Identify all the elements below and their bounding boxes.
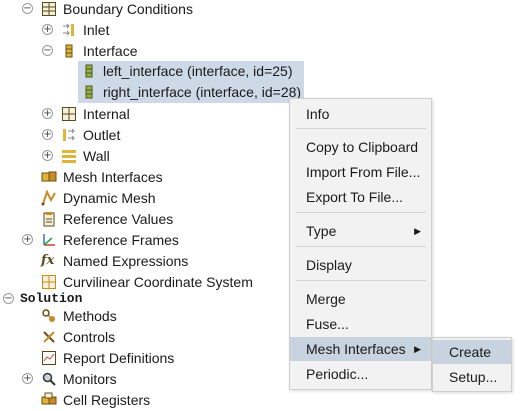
tree-item-report-definitions[interactable]: Report Definitions — [63, 348, 174, 369]
submenu-arrow-icon: ▶ — [414, 344, 421, 354]
tree-item-curvilinear[interactable]: Curvilinear Coordinate System — [63, 272, 253, 293]
menu-item-info[interactable]: Info — [290, 102, 431, 126]
reference-frames-axes-icon — [43, 234, 55, 246]
tree-item-boundary-conditions[interactable]: Boundary Conditions — [63, 0, 193, 20]
expand-monitors-icon[interactable]: + — [22, 373, 33, 384]
collapse-solution-icon[interactable]: − — [3, 293, 14, 304]
methods-icon — [42, 309, 55, 322]
submenu-arrow-icon: ▶ — [414, 226, 421, 236]
menu-item-mesh-interfaces-label: Mesh Interfaces — [306, 341, 406, 357]
tree-item-monitors[interactable]: Monitors — [63, 369, 117, 390]
expand-wall-icon[interactable]: + — [42, 150, 53, 161]
menu-item-display[interactable]: Display — [290, 253, 431, 277]
expand-reference-frames-icon[interactable]: + — [22, 234, 33, 245]
menu-separator — [296, 212, 426, 213]
menu-item-export-to-file[interactable]: Export To File... — [290, 185, 431, 209]
reference-values-icon — [43, 212, 55, 227]
menu-item-copy-to-clipboard[interactable]: Copy to Clipboard — [290, 135, 431, 159]
menu-separator — [296, 128, 426, 129]
tree-item-reference-values[interactable]: Reference Values — [63, 209, 173, 230]
interface-zone-icon — [85, 85, 93, 99]
interface-zone-icon — [85, 64, 93, 78]
tree-item-reference-frames[interactable]: Reference Frames — [63, 230, 179, 251]
tree-item-inlet[interactable]: Inlet — [83, 20, 109, 41]
submenu-item-setup[interactable]: Setup... — [433, 365, 511, 389]
menu-separator — [296, 280, 426, 281]
tree-item-dynamic-mesh[interactable]: Dynamic Mesh — [63, 188, 156, 209]
expand-internal-icon[interactable]: + — [42, 108, 53, 119]
controls-tools-icon — [43, 331, 55, 343]
menu-item-mesh-interfaces[interactable]: Mesh Interfaces ▶ — [290, 337, 431, 361]
tree-item-interface[interactable]: Interface — [83, 41, 137, 62]
tree-item-cell-registers[interactable]: Cell Registers — [63, 390, 150, 411]
mesh-interfaces-icon — [41, 171, 57, 182]
cell-registers-icon — [41, 392, 57, 405]
outlet-arrows-icon — [63, 128, 75, 141]
mesh-interfaces-submenu: Create Setup... — [432, 337, 512, 392]
context-menu: Info Copy to Clipboard Import From File.… — [289, 98, 432, 390]
menu-item-merge[interactable]: Merge — [290, 287, 431, 311]
submenu-item-create[interactable]: Create — [433, 340, 511, 364]
menu-item-periodic[interactable]: Periodic... — [290, 362, 431, 386]
expand-inlet-icon[interactable]: + — [42, 24, 53, 35]
interface-icon — [65, 44, 73, 58]
boundary-grid-icon — [42, 2, 56, 16]
expand-outlet-icon[interactable]: + — [42, 129, 53, 140]
collapse-interface-icon[interactable]: − — [42, 45, 53, 56]
function-fx-icon: fx — [41, 253, 55, 268]
tree-item-internal[interactable]: Internal — [83, 104, 130, 125]
tree-item-named-expressions[interactable]: Named Expressions — [63, 251, 188, 272]
collapse-boundary-conditions-icon[interactable]: − — [22, 3, 33, 14]
tree-item-wall[interactable]: Wall — [83, 146, 110, 167]
menu-separator — [296, 246, 426, 247]
report-definitions-icon — [42, 351, 56, 365]
tree-item-mesh-interfaces[interactable]: Mesh Interfaces — [63, 167, 163, 188]
menu-item-type[interactable]: Type ▶ — [290, 219, 431, 243]
tree-item-right-interface[interactable]: right_interface (interface, id=28) — [103, 82, 301, 103]
tree-item-left-interface[interactable]: left_interface (interface, id=25) — [103, 61, 293, 82]
monitors-magnifier-icon — [42, 372, 56, 386]
wall-icon — [62, 150, 76, 163]
menu-item-fuse[interactable]: Fuse... — [290, 312, 431, 336]
dynamic-mesh-icon — [41, 190, 56, 206]
inlet-arrows-icon — [63, 23, 74, 36]
menu-item-type-label: Type — [306, 223, 337, 239]
tree-item-methods[interactable]: Methods — [63, 306, 117, 327]
tree-item-outlet[interactable]: Outlet — [83, 125, 120, 146]
menu-item-import-from-file[interactable]: Import From File... — [290, 160, 431, 184]
internal-grid-icon — [62, 107, 76, 121]
tree-item-controls[interactable]: Controls — [63, 327, 115, 348]
